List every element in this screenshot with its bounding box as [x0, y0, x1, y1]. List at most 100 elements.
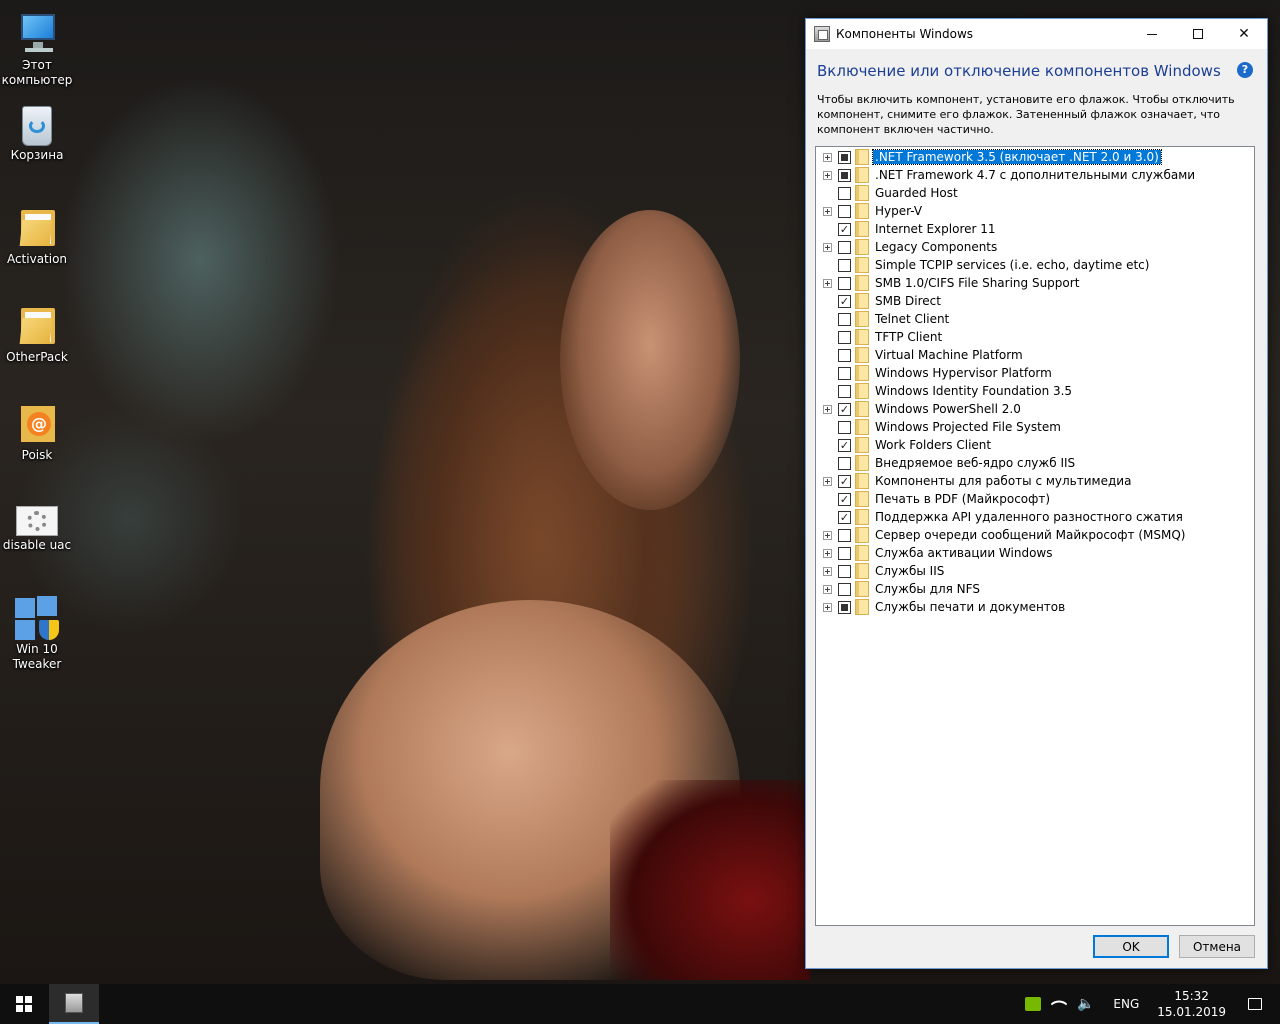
feature-row[interactable]: Службы IIS	[816, 562, 1254, 580]
expand-toggle[interactable]	[823, 476, 832, 486]
feature-label: Legacy Components	[875, 240, 998, 254]
feature-checkbox[interactable]	[838, 582, 851, 596]
feature-checkbox[interactable]: ✓	[838, 438, 851, 452]
feature-row[interactable]: Windows Identity Foundation 3.5	[816, 382, 1254, 400]
feature-row[interactable]: SMB 1.0/CIFS File Sharing Support	[816, 274, 1254, 292]
language-indicator[interactable]: ENG	[1113, 997, 1139, 1011]
feature-label: Internet Explorer 11	[875, 222, 996, 236]
feature-row[interactable]: ✓ Компоненты для работы с мультимедиа	[816, 472, 1254, 490]
expand-toggle[interactable]	[823, 170, 832, 180]
expand-toggle[interactable]	[823, 152, 832, 162]
desktop-icon-disable-uac[interactable]: disable uac	[0, 500, 74, 553]
notification-center-icon[interactable]	[1248, 998, 1262, 1010]
feature-checkbox[interactable]: ✓	[838, 402, 851, 416]
expand-spacer	[823, 315, 832, 324]
feature-row[interactable]: ✓ Windows PowerShell 2.0	[816, 400, 1254, 418]
feature-row[interactable]: Службы для NFS	[816, 580, 1254, 598]
expand-toggle[interactable]	[823, 278, 832, 288]
folder-icon	[855, 491, 869, 507]
feature-checkbox[interactable]	[838, 348, 851, 362]
desktop-icon-otherpack[interactable]: OtherPack	[0, 304, 74, 365]
taskbar-app-windows-features[interactable]	[49, 984, 99, 1024]
feature-label: Simple TCPIP services (i.e. echo, daytim…	[875, 258, 1150, 272]
feature-label: Службы IIS	[875, 564, 945, 578]
feature-row[interactable]: Virtual Machine Platform	[816, 346, 1254, 364]
feature-checkbox[interactable]	[838, 204, 851, 218]
desktop-icon-label: Корзина	[10, 148, 64, 162]
desktop-icon-recycle-bin[interactable]: Корзина	[0, 106, 74, 163]
feature-checkbox[interactable]	[838, 150, 851, 164]
minimize-button[interactable]	[1129, 19, 1175, 49]
expand-toggle[interactable]	[823, 404, 832, 414]
feature-row[interactable]: Guarded Host	[816, 184, 1254, 202]
feature-row[interactable]: ✓ Печать в PDF (Майкрософт)	[816, 490, 1254, 508]
feature-row[interactable]: TFTP Client	[816, 328, 1254, 346]
feature-label: Службы для NFS	[875, 582, 980, 596]
feature-checkbox[interactable]	[838, 240, 851, 254]
feature-row[interactable]: Hyper-V	[816, 202, 1254, 220]
feature-checkbox[interactable]	[838, 312, 851, 326]
ok-button[interactable]: OK	[1093, 935, 1169, 958]
feature-checkbox[interactable]	[838, 330, 851, 344]
feature-checkbox[interactable]	[838, 528, 851, 542]
clock[interactable]: 15:32 15.01.2019	[1157, 988, 1226, 1020]
expand-toggle[interactable]	[823, 206, 832, 216]
features-tree[interactable]: .NET Framework 3.5 (включает .NET 2.0 и …	[815, 146, 1255, 926]
help-icon[interactable]: ?	[1237, 62, 1253, 78]
desktop-icon-label: disable uac	[2, 538, 72, 552]
feature-row[interactable]: Служба активации Windows	[816, 544, 1254, 562]
expand-toggle[interactable]	[823, 602, 832, 612]
feature-row[interactable]: Simple TCPIP services (i.e. echo, daytim…	[816, 256, 1254, 274]
cancel-button[interactable]: Отмена	[1179, 935, 1255, 958]
desktop-icon-activation[interactable]: Activation	[0, 206, 74, 267]
feature-row[interactable]: Windows Projected File System	[816, 418, 1254, 436]
feature-row[interactable]: Legacy Components	[816, 238, 1254, 256]
expand-toggle[interactable]	[823, 530, 832, 540]
desktop-icon-win10-tweaker[interactable]: Win 10 Tweaker	[0, 596, 74, 672]
feature-label: Печать в PDF (Майкрософт)	[875, 492, 1051, 506]
folder-icon	[855, 437, 869, 453]
window-title: Компоненты Windows	[836, 27, 974, 41]
title-bar[interactable]: Компоненты Windows ✕	[806, 19, 1267, 49]
maximize-button[interactable]	[1175, 19, 1221, 49]
feature-checkbox[interactable]	[838, 258, 851, 272]
feature-checkbox[interactable]	[838, 456, 851, 470]
feature-row[interactable]: Службы печати и документов	[816, 598, 1254, 616]
start-button[interactable]	[0, 984, 48, 1024]
network-icon[interactable]	[1050, 995, 1068, 1013]
feature-checkbox[interactable]	[838, 168, 851, 182]
feature-row[interactable]: Windows Hypervisor Platform	[816, 364, 1254, 382]
expand-toggle[interactable]	[823, 242, 832, 252]
feature-row[interactable]: ✓ Work Folders Client	[816, 436, 1254, 454]
expand-toggle[interactable]	[823, 584, 832, 594]
feature-checkbox[interactable]: ✓	[838, 492, 851, 506]
feature-checkbox[interactable]	[838, 366, 851, 380]
desktop-icon-label: Poisk	[21, 448, 53, 462]
volume-icon[interactable]: 🔈	[1077, 997, 1095, 1011]
feature-row[interactable]: ✓ Поддержка API удаленного разностного сж…	[816, 508, 1254, 526]
feature-checkbox[interactable]: ✓	[838, 510, 851, 524]
feature-checkbox[interactable]	[838, 564, 851, 578]
feature-checkbox[interactable]: ✓	[838, 474, 851, 488]
feature-row[interactable]: ✓ SMB Direct	[816, 292, 1254, 310]
feature-checkbox[interactable]	[838, 546, 851, 560]
feature-row[interactable]: Внедряемое веб-ядро служб IIS	[816, 454, 1254, 472]
feature-row[interactable]: Сервер очереди сообщений Майкрософт (MSM…	[816, 526, 1254, 544]
feature-checkbox[interactable]	[838, 420, 851, 434]
feature-checkbox[interactable]	[838, 384, 851, 398]
feature-row[interactable]: ✓ Internet Explorer 11	[816, 220, 1254, 238]
feature-row[interactable]: .NET Framework 3.5 (включает .NET 2.0 и …	[816, 148, 1254, 166]
desktop-icon-poisk[interactable]: @ Poisk	[0, 402, 74, 463]
nvidia-icon[interactable]	[1025, 997, 1042, 1011]
feature-checkbox[interactable]	[838, 276, 851, 290]
feature-row[interactable]: Telnet Client	[816, 310, 1254, 328]
expand-toggle[interactable]	[823, 548, 832, 558]
expand-toggle[interactable]	[823, 566, 832, 576]
close-button[interactable]: ✕	[1221, 19, 1267, 49]
feature-checkbox[interactable]: ✓	[838, 294, 851, 308]
feature-checkbox[interactable]	[838, 186, 851, 200]
feature-checkbox[interactable]	[838, 600, 851, 614]
desktop-icon-this-pc[interactable]: Этот компьютер	[0, 12, 74, 88]
feature-row[interactable]: .NET Framework 4.7 с дополнительными слу…	[816, 166, 1254, 184]
feature-checkbox[interactable]: ✓	[838, 222, 851, 236]
